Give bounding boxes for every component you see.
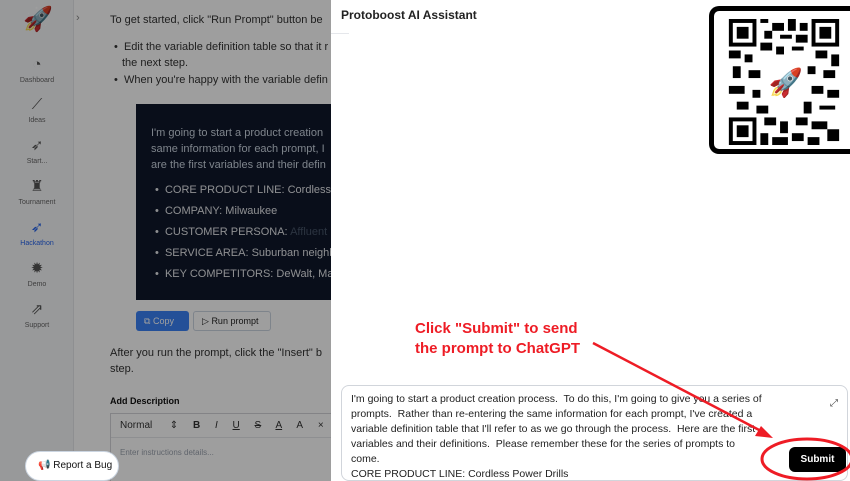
editor-placeholder: Enter instructions details... — [120, 448, 214, 457]
run-prompt-button[interactable]: ▷ Run prompt — [193, 311, 271, 331]
report-bug-button[interactable]: 📢 Report a Bug — [25, 451, 119, 481]
sidebar-item-label: Demo — [27, 281, 47, 288]
expand-icon[interactable]: ⤢ — [830, 398, 838, 409]
support-icon: ⇗ — [30, 301, 44, 318]
sidebar-item-support[interactable]: ⇗ Support — [0, 301, 74, 329]
sidebar-item-ideas[interactable]: ⟋ Ideas — [0, 96, 74, 124]
tournament-icon: ♜ — [30, 178, 44, 195]
submit-button[interactable]: Submit — [789, 447, 846, 472]
sidebar-item-start[interactable]: ➶ Start... — [0, 137, 74, 165]
prompt-text[interactable]: I'm going to start a product creation pr… — [342, 386, 762, 480]
highlight-button[interactable]: A — [296, 420, 303, 431]
copy-button[interactable]: ⧉ Copy — [136, 311, 189, 331]
sidebar-item-label: Support — [24, 322, 50, 329]
sidebar-item-demo[interactable]: ✹ Demo — [0, 260, 74, 288]
code-line: are the first variables and their defin — [151, 159, 326, 171]
sidebar-item-hackathon[interactable]: ➶ Hackathon — [0, 219, 74, 247]
copy-icon: ⧉ — [144, 316, 151, 326]
sidebar-item-label: Hackathon — [20, 240, 54, 247]
sidebar: 🚀 ◔ Dashboard ⟋ Ideas ➶ Start... ♜ Tourn… — [0, 0, 74, 481]
list-item: • Edit the variable definition table so … — [114, 41, 329, 53]
main-app: 🚀 ◔ Dashboard ⟋ Ideas ➶ Start... ♜ Tourn… — [0, 0, 331, 481]
start-icon: ➶ — [30, 137, 44, 154]
code-list-item: • KEY COMPETITORS: DeWalt, Mak — [155, 268, 331, 280]
assistant-panel: Protoboost AI Assistant 🚀 Click "Submit"… — [331, 0, 850, 481]
sidebar-item-tournament[interactable]: ♜ Tournament — [0, 178, 74, 206]
dashboard-icon: ◔ — [32, 56, 42, 73]
italic-button[interactable]: I — [215, 420, 218, 431]
prompt-input[interactable]: I'm going to start a product creation pr… — [341, 385, 848, 481]
editor-toolbar: Normal ⇕ B I U S A A × — [111, 414, 331, 438]
code-list-item: • SERVICE AREA: Suburban neighb — [155, 247, 331, 259]
rocket-icon[interactable]: 🚀 — [22, 4, 54, 36]
description-editor[interactable]: Normal ⇕ B I U S A A × Enter instruction… — [110, 413, 331, 481]
code-list-item: • COMPANY: Milwaukee — [155, 205, 278, 217]
svg-text:🚀: 🚀 — [769, 67, 803, 99]
qr-code-frame: 🚀 — [709, 6, 850, 154]
megaphone-icon: 📢 — [38, 460, 51, 471]
list-item: • When you're happy with the variable de… — [114, 74, 328, 86]
play-icon: ▷ — [202, 316, 209, 326]
strike-button[interactable]: S — [255, 420, 262, 431]
chevron-right-icon[interactable]: › — [76, 12, 80, 24]
code-list-item: • CORE PRODUCT LINE: Cordless I — [155, 184, 331, 196]
sidebar-item-label: Tournament — [18, 199, 56, 206]
font-color-button[interactable]: A — [275, 420, 282, 431]
sidebar-item-dashboard[interactable]: ◔ Dashboard — [0, 56, 74, 84]
demo-icon: ✹ — [30, 260, 44, 277]
hackathon-icon: ➶ — [30, 219, 44, 236]
bold-button[interactable]: B — [193, 420, 200, 431]
underline-button[interactable]: U — [233, 420, 240, 431]
tutorial-annotation: Click "Submit" to send the prompt to Cha… — [415, 320, 580, 357]
code-line: same information for each prompt, I — [151, 143, 325, 155]
sidebar-item-label: Start... — [26, 158, 48, 165]
after-text: step. — [110, 363, 134, 375]
qr-code-image: 🚀 — [728, 19, 840, 145]
after-text: After you run the prompt, click the "Ins… — [110, 347, 323, 359]
clear-format-button[interactable]: × — [318, 420, 324, 431]
panel-title: Protoboost AI Assistant — [341, 8, 477, 22]
sidebar-item-label: Dashboard — [19, 77, 55, 84]
list-item-continued: the next step. — [122, 57, 189, 69]
style-select[interactable]: Normal ⇕ — [120, 420, 178, 431]
code-line: I'm going to start a product creation — [151, 127, 324, 139]
add-description-label: Add Description — [110, 396, 180, 406]
divider — [331, 33, 349, 34]
intro-text: To get started, click "Run Prompt" butto… — [110, 14, 323, 26]
ideas-icon: ⟋ — [31, 96, 43, 113]
sidebar-item-label: Ideas — [28, 117, 46, 124]
code-list-item: • CUSTOMER PERSONA: Affluent h — [155, 226, 331, 238]
